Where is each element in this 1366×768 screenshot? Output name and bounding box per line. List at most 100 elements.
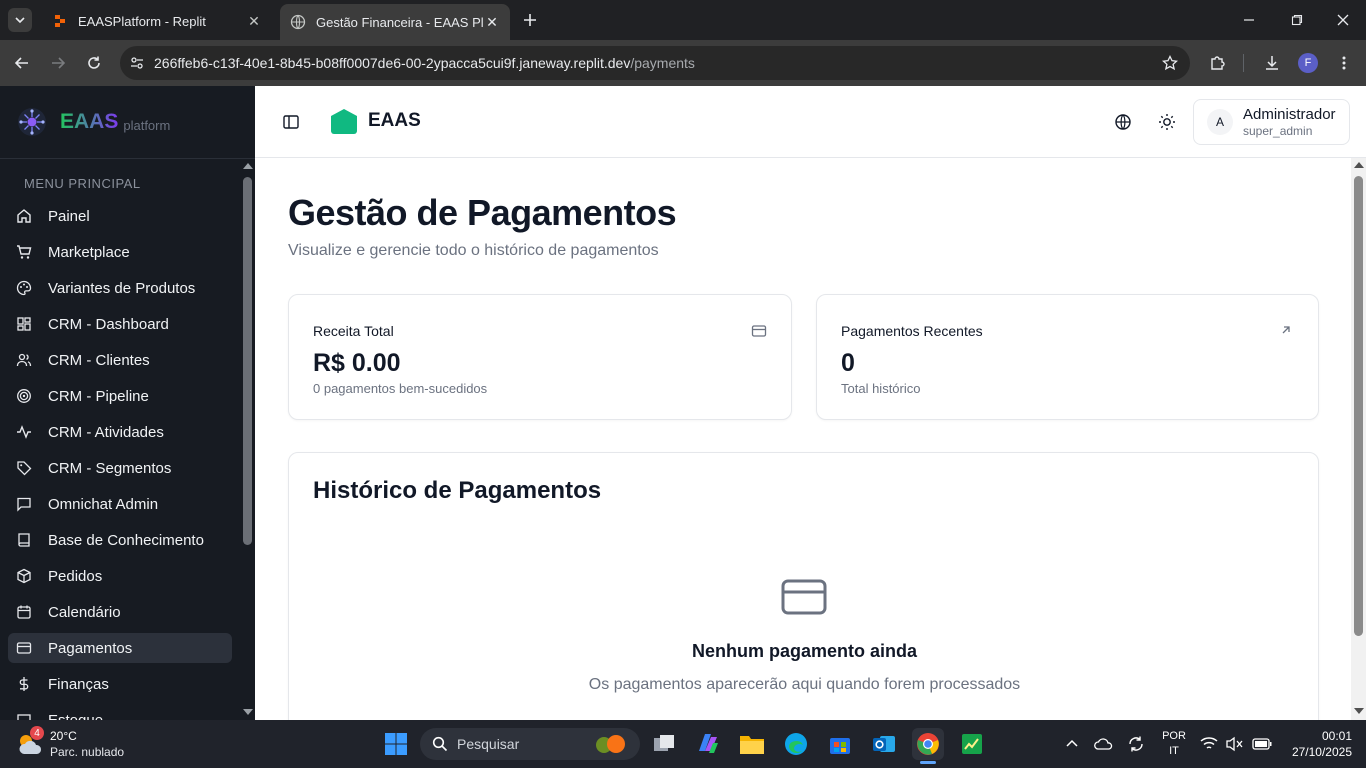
sun-icon bbox=[1159, 114, 1175, 130]
sidebar-item-calendario[interactable]: Calendário bbox=[8, 597, 232, 627]
browser-tab-replit[interactable]: EAASPlatform - Replit ✕ bbox=[42, 6, 272, 36]
browser-tab-active[interactable]: Gestão Financeira - EAAS Platfo ✕ bbox=[280, 4, 510, 40]
tab-search-button[interactable] bbox=[8, 8, 32, 32]
user-role: super_admin bbox=[1243, 124, 1313, 138]
credit-card-icon bbox=[781, 579, 827, 615]
sync-tray-icon[interactable] bbox=[1120, 728, 1152, 760]
new-tab-button[interactable] bbox=[518, 8, 542, 32]
address-bar[interactable]: 266ffeb6-c13f-40e1-8b45-b08ff0007de6-00-… bbox=[120, 46, 1190, 80]
sidebar-item-crm-atividades[interactable]: CRM - Atividades bbox=[8, 417, 232, 447]
close-tab-icon[interactable]: ✕ bbox=[484, 14, 500, 31]
m365-copilot-icon bbox=[699, 734, 718, 753]
back-button[interactable] bbox=[6, 47, 38, 79]
system-tray-quick-settings[interactable] bbox=[1200, 734, 1272, 754]
more-vertical-icon bbox=[1342, 56, 1346, 70]
package-icon bbox=[16, 568, 32, 584]
start-button[interactable] bbox=[380, 728, 412, 760]
sidebar-toggle-button[interactable] bbox=[282, 110, 300, 134]
sidebar-item-label: Pagamentos bbox=[48, 639, 133, 657]
show-hidden-icons-button[interactable] bbox=[1056, 728, 1088, 760]
globe-icon bbox=[1115, 114, 1131, 130]
scrollbar-thumb[interactable] bbox=[243, 177, 252, 545]
user-menu-button[interactable]: A Administrador super_admin bbox=[1193, 99, 1350, 145]
bookmark-star-icon[interactable] bbox=[1162, 55, 1178, 71]
sidebar-item-label: Finanças bbox=[48, 675, 109, 693]
calendar-icon bbox=[16, 604, 32, 620]
chart-app-icon bbox=[962, 734, 982, 754]
edge-icon bbox=[785, 733, 807, 755]
sidebar-item-label: CRM - Dashboard bbox=[48, 315, 169, 333]
close-icon bbox=[1337, 14, 1349, 26]
search-highlight-icon bbox=[590, 733, 630, 755]
sidebar-item-crm-segmentos[interactable]: CRM - Segmentos bbox=[8, 453, 232, 483]
taskbar-app-edge[interactable] bbox=[780, 728, 812, 760]
scroll-down-arrow-icon[interactable] bbox=[1354, 708, 1364, 714]
taskbar-search-placeholder: Pesquisar bbox=[457, 736, 520, 752]
page-title: Gestão de Pagamentos bbox=[288, 192, 677, 233]
scrollbar-thumb[interactable] bbox=[1354, 176, 1363, 636]
taskbar-search[interactable]: Pesquisar bbox=[420, 728, 640, 760]
profile-button[interactable]: F bbox=[1292, 47, 1324, 79]
toolbar-divider bbox=[1243, 54, 1244, 72]
home-icon bbox=[16, 208, 32, 224]
theme-toggle-button[interactable] bbox=[1155, 110, 1179, 134]
clock[interactable]: 00:01 27/10/2025 bbox=[1282, 728, 1352, 760]
task-view-button[interactable] bbox=[648, 728, 680, 760]
sidebar-item-base-conhecimento[interactable]: Base de Conhecimento bbox=[8, 525, 232, 555]
window-minimize-button[interactable] bbox=[1232, 8, 1266, 32]
window-restore-button[interactable] bbox=[1280, 8, 1314, 32]
dollar-sign-icon bbox=[16, 676, 32, 692]
taskbar-app-spreadsheet[interactable] bbox=[956, 728, 988, 760]
window-close-button[interactable] bbox=[1326, 8, 1360, 32]
volume-muted-icon bbox=[1226, 736, 1243, 752]
sidebar-item-label: Estoque bbox=[48, 711, 104, 721]
main-scrollbar[interactable] bbox=[1351, 158, 1366, 720]
taskbar-app-m365[interactable] bbox=[692, 728, 724, 760]
reload-button[interactable] bbox=[78, 47, 110, 79]
windows-logo-icon bbox=[385, 733, 407, 755]
taskbar-app-store[interactable] bbox=[824, 728, 856, 760]
plus-icon bbox=[524, 14, 536, 26]
language-button[interactable] bbox=[1111, 110, 1135, 134]
taskbar-app-explorer[interactable] bbox=[736, 728, 768, 760]
scroll-up-arrow-icon[interactable] bbox=[1354, 162, 1364, 168]
browser-menu-button[interactable] bbox=[1328, 47, 1360, 79]
url-host: 266ffeb6-c13f-40e1-8b45-b08ff0007de6-00-… bbox=[154, 55, 631, 71]
forward-button[interactable] bbox=[42, 47, 74, 79]
downloads-button[interactable] bbox=[1256, 47, 1288, 79]
sidebar-item-omnichat[interactable]: Omnichat Admin bbox=[8, 489, 232, 519]
sidebar-item-financas[interactable]: Finanças bbox=[8, 669, 232, 699]
sidebar-item-crm-dashboard[interactable]: CRM - Dashboard bbox=[8, 309, 232, 339]
sidebar-item-pagamentos[interactable]: Pagamentos bbox=[8, 633, 232, 663]
sidebar-item-crm-pipeline[interactable]: CRM - Pipeline bbox=[8, 381, 232, 411]
sidebar-item-painel[interactable]: Painel bbox=[8, 201, 232, 231]
sidebar-item-estoque[interactable]: Estoque bbox=[8, 705, 232, 720]
taskbar-app-chrome[interactable] bbox=[912, 728, 944, 764]
header-logo[interactable]: EAAS bbox=[330, 108, 421, 134]
onedrive-tray-icon[interactable] bbox=[1088, 728, 1120, 760]
sidebar-item-marketplace[interactable]: Marketplace bbox=[8, 237, 232, 267]
input-language-indicator[interactable]: POR IT bbox=[1158, 729, 1190, 759]
empty-state-title: Nenhum pagamento ainda bbox=[691, 641, 918, 661]
sidebar-brand[interactable]: EAAS platform bbox=[0, 86, 255, 159]
extensions-button[interactable] bbox=[1202, 47, 1234, 79]
url-path: /payments bbox=[630, 55, 695, 71]
chrome-icon bbox=[917, 733, 939, 755]
weather-widget[interactable]: 4 20°C Parc. nublado bbox=[16, 726, 146, 762]
page-subtitle: Visualize e gerencie todo o histórico de… bbox=[288, 242, 659, 259]
close-tab-icon[interactable]: ✕ bbox=[246, 13, 262, 30]
site-info-icon[interactable] bbox=[120, 55, 154, 71]
reload-icon bbox=[88, 56, 100, 69]
arrow-right-icon bbox=[52, 57, 66, 69]
sidebar-scrollbar[interactable] bbox=[240, 159, 255, 720]
sidebar-item-pedidos[interactable]: Pedidos bbox=[8, 561, 232, 591]
replit-favicon-icon bbox=[52, 13, 68, 29]
scroll-down-arrow-icon[interactable] bbox=[243, 709, 253, 715]
brand-logo-icon bbox=[16, 106, 48, 138]
sidebar-item-variantes[interactable]: Variantes de Produtos bbox=[8, 273, 232, 303]
clock-date: 27/10/2025 bbox=[1291, 745, 1352, 759]
scroll-up-arrow-icon[interactable] bbox=[243, 163, 253, 169]
taskbar-app-outlook[interactable] bbox=[868, 728, 900, 760]
sidebar-item-crm-clientes[interactable]: CRM - Clientes bbox=[8, 345, 232, 375]
active-app-indicator bbox=[920, 761, 936, 764]
